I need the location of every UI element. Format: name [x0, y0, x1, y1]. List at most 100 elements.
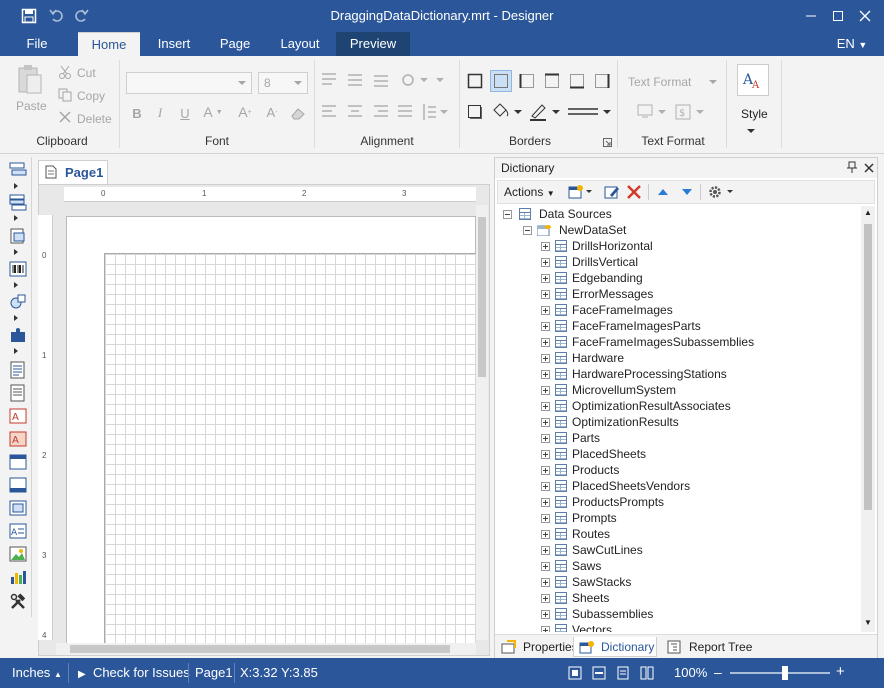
expand-icon[interactable] [541, 434, 550, 443]
expand-icon[interactable] [541, 514, 550, 523]
expand-icon[interactable] [541, 530, 550, 539]
border-none-icon[interactable] [490, 70, 512, 92]
gear-icon[interactable] [708, 184, 736, 203]
border-color-icon[interactable] [528, 102, 560, 122]
condition-icon[interactable]: $ [674, 103, 708, 121]
chevron-right-icon[interactable] [14, 315, 18, 321]
band-icon[interactable] [9, 161, 27, 179]
shadow-icon[interactable] [466, 103, 484, 121]
tab-report-tree[interactable]: Report Tree [665, 637, 755, 657]
tab-properties[interactable]: Properties [501, 637, 578, 657]
zoom-slider-thumb[interactable] [782, 666, 788, 680]
dictionary-scrollbar[interactable]: ▲ ▼ [861, 206, 875, 632]
expand-icon[interactable] [541, 338, 550, 347]
expand-icon[interactable] [541, 626, 550, 632]
paste-label[interactable]: Paste [16, 99, 47, 113]
rich-text-icon[interactable] [9, 384, 27, 402]
expand-icon[interactable] [541, 354, 550, 363]
expand-icon[interactable] [541, 322, 550, 331]
tab-page[interactable]: Page [208, 32, 262, 56]
style-gallery-icon[interactable]: AA [737, 64, 769, 96]
border-top-icon[interactable] [543, 72, 561, 90]
page-grid[interactable] [104, 253, 476, 646]
copy-button[interactable]: Copy [77, 89, 105, 103]
container-icon[interactable] [9, 499, 27, 517]
expand-icon[interactable] [541, 578, 550, 587]
scrollbar-thumb[interactable] [478, 217, 486, 377]
shapes-icon[interactable] [9, 293, 27, 311]
scrollbar-thumb[interactable] [864, 224, 872, 510]
units-selector[interactable]: Inches ▲ [12, 665, 62, 680]
view-normal-icon[interactable] [568, 666, 582, 683]
zoom-in-icon[interactable]: + [836, 663, 845, 680]
chevron-right-icon[interactable] [14, 348, 18, 354]
cross-band-icon[interactable] [9, 194, 27, 212]
move-down-icon[interactable] [680, 185, 694, 202]
image-text-icon[interactable]: A [9, 430, 27, 448]
view-whole-page-icon[interactable] [616, 666, 630, 683]
font-size-select[interactable]: 8 [258, 72, 308, 94]
language-selector[interactable]: EN ▼ [832, 32, 872, 56]
collapse-icon[interactable] [503, 210, 512, 219]
expand-icon[interactable] [541, 610, 550, 619]
border-left-icon[interactable] [518, 72, 536, 90]
bold-icon[interactable]: B [130, 105, 144, 121]
border-right-icon[interactable] [593, 72, 611, 90]
eraser-icon[interactable] [290, 105, 306, 121]
actions-menu[interactable]: Actions ▼ [504, 185, 555, 199]
canvas-horizontal-scrollbar[interactable] [56, 643, 476, 655]
expand-icon[interactable] [541, 482, 550, 491]
pin-icon[interactable] [847, 161, 857, 176]
scrollbar-thumb[interactable] [70, 645, 450, 653]
close-icon[interactable] [847, 0, 883, 32]
tab-home[interactable]: Home [78, 32, 140, 56]
close-icon[interactable] [864, 162, 874, 176]
paste-icon[interactable] [14, 62, 46, 96]
expand-icon[interactable] [541, 418, 550, 427]
expand-icon[interactable] [541, 450, 550, 459]
underline-icon[interactable]: U [178, 105, 192, 121]
expand-icon[interactable] [541, 258, 550, 267]
expand-icon[interactable] [541, 386, 550, 395]
tab-preview[interactable]: Preview [336, 32, 410, 56]
zoom-slider[interactable] [730, 672, 830, 674]
move-up-icon[interactable] [656, 185, 670, 202]
expand-icon[interactable] [541, 594, 550, 603]
sub-report-icon[interactable] [9, 227, 27, 245]
clone-icon[interactable] [9, 476, 27, 494]
barcode-icon[interactable] [9, 260, 27, 278]
format-icon[interactable] [636, 103, 670, 121]
expand-icon[interactable] [541, 370, 550, 379]
components-icon[interactable] [9, 326, 27, 344]
expand-icon[interactable] [541, 290, 550, 299]
scroll-up-icon[interactable]: ▲ [861, 206, 875, 220]
shrink-font-icon[interactable]: A- [265, 103, 279, 121]
canvas-vertical-scrollbar[interactable] [476, 205, 488, 640]
chart-icon[interactable] [9, 568, 27, 586]
page-tab[interactable]: Page1 [38, 160, 108, 184]
text-format-select[interactable]: Text Format [628, 75, 691, 89]
text-icon[interactable] [9, 361, 27, 379]
expand-icon[interactable] [541, 306, 550, 315]
chevron-right-icon[interactable] [14, 183, 18, 189]
font-name-select[interactable] [126, 72, 252, 94]
tab-file[interactable]: File [14, 32, 60, 56]
style-button[interactable]: Style [741, 107, 768, 121]
expand-icon[interactable] [541, 402, 550, 411]
expand-icon[interactable] [541, 498, 550, 507]
collapse-icon[interactable] [523, 226, 532, 235]
tab-layout[interactable]: Layout [268, 32, 332, 56]
tools-icon[interactable] [9, 593, 27, 611]
new-item-icon[interactable] [568, 184, 594, 203]
cut-button[interactable]: Cut [77, 66, 96, 80]
delete-button[interactable]: Delete [77, 112, 112, 126]
border-all-icon[interactable] [466, 72, 484, 90]
expand-icon[interactable] [541, 562, 550, 571]
chevron-right-icon[interactable] [14, 282, 18, 288]
dialog-launcher-icon[interactable] [602, 137, 612, 147]
expand-icon[interactable] [541, 242, 550, 251]
chevron-down-icon[interactable] [746, 127, 756, 135]
data-band-icon[interactable]: A [9, 522, 27, 540]
grow-font-icon[interactable]: A + [238, 103, 252, 121]
check-for-issues-button[interactable]: ▶ Check for Issues [78, 665, 190, 680]
